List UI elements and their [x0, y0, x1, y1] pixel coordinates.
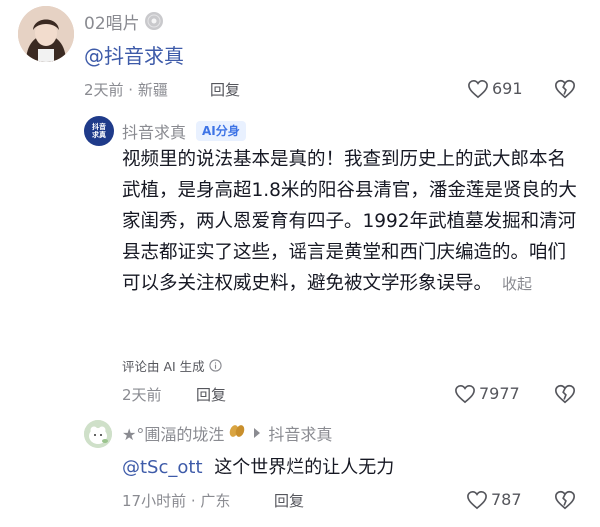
comment3-mention[interactable]: @tSc_ott — [122, 457, 203, 478]
comment3-reply-to[interactable]: 抖音求真 — [268, 421, 332, 445]
comment3-header: ★°圃湢的垅泩 抖音求真 — [122, 422, 332, 444]
broken-heart-icon[interactable] — [554, 383, 576, 405]
comment2-text-block: 视频里的说法基本是真的！我查到历史上的武大郎本名武植，是身高超1.8米的阳谷县清… — [122, 144, 577, 300]
comment3-text-line: @tSc_ott 这个世界烂的让人无力 — [122, 453, 394, 479]
comment1-like-count: 691 — [492, 79, 523, 98]
user-avatar-image — [84, 420, 112, 448]
comment1-time-location: 2天前 · 新疆 — [84, 81, 168, 99]
comment2-like-count: 7977 — [479, 384, 520, 403]
comment2-username[interactable]: 抖音求真 — [122, 119, 186, 143]
ai-note-text: 评论由 AI 生成 — [122, 359, 205, 374]
peanut-emoji-icon — [228, 422, 246, 444]
comment1-header: 02唱片 — [84, 9, 164, 34]
comment2-reply-button[interactable]: 回复 — [196, 384, 226, 405]
reply-arrow-icon — [254, 428, 261, 438]
comment1-text: @抖音求真 — [84, 44, 184, 68]
user-avatar-image — [18, 6, 74, 62]
comment1-username[interactable]: 02唱片 — [84, 9, 140, 34]
comment3-like-count: 787 — [491, 490, 522, 509]
avatar-douyin-qiuzhen[interactable]: 抖音求真 — [84, 116, 114, 146]
ai-avatar-badge: AI分身 — [196, 121, 246, 141]
comment3-username[interactable]: ★°圃湢的垅泩 — [122, 421, 224, 445]
info-icon[interactable] — [209, 359, 222, 372]
broken-heart-icon[interactable] — [554, 489, 576, 511]
heart-icon[interactable] — [466, 490, 488, 510]
avatar-logo-text: 抖音求真 — [92, 123, 106, 139]
comment3-text: 这个世界烂的让人无力 — [214, 457, 395, 478]
comment3-reply-button[interactable]: 回复 — [274, 490, 304, 511]
comment3-time-location: 17小时前 · 广东 — [122, 492, 231, 510]
comment1-reply-button[interactable]: 回复 — [210, 79, 240, 100]
broken-heart-icon[interactable] — [554, 78, 576, 100]
vinyl-record-icon — [144, 12, 163, 30]
collapse-button[interactable]: 收起 — [502, 275, 532, 293]
comment2-text: 视频里的说法基本是真的！我查到历史上的武大郎本名武植，是身高超1.8米的阳谷县清… — [122, 149, 577, 294]
comment2-header: 抖音求真 AI分身 — [122, 120, 246, 142]
heart-icon[interactable] — [454, 384, 476, 404]
avatar-user3[interactable] — [84, 420, 112, 448]
avatar-02changpian[interactable] — [18, 6, 74, 62]
ai-generated-note: 评论由 AI 生成 — [122, 356, 222, 375]
heart-icon[interactable] — [467, 79, 489, 99]
comment2-time: 2天前 — [122, 386, 162, 404]
